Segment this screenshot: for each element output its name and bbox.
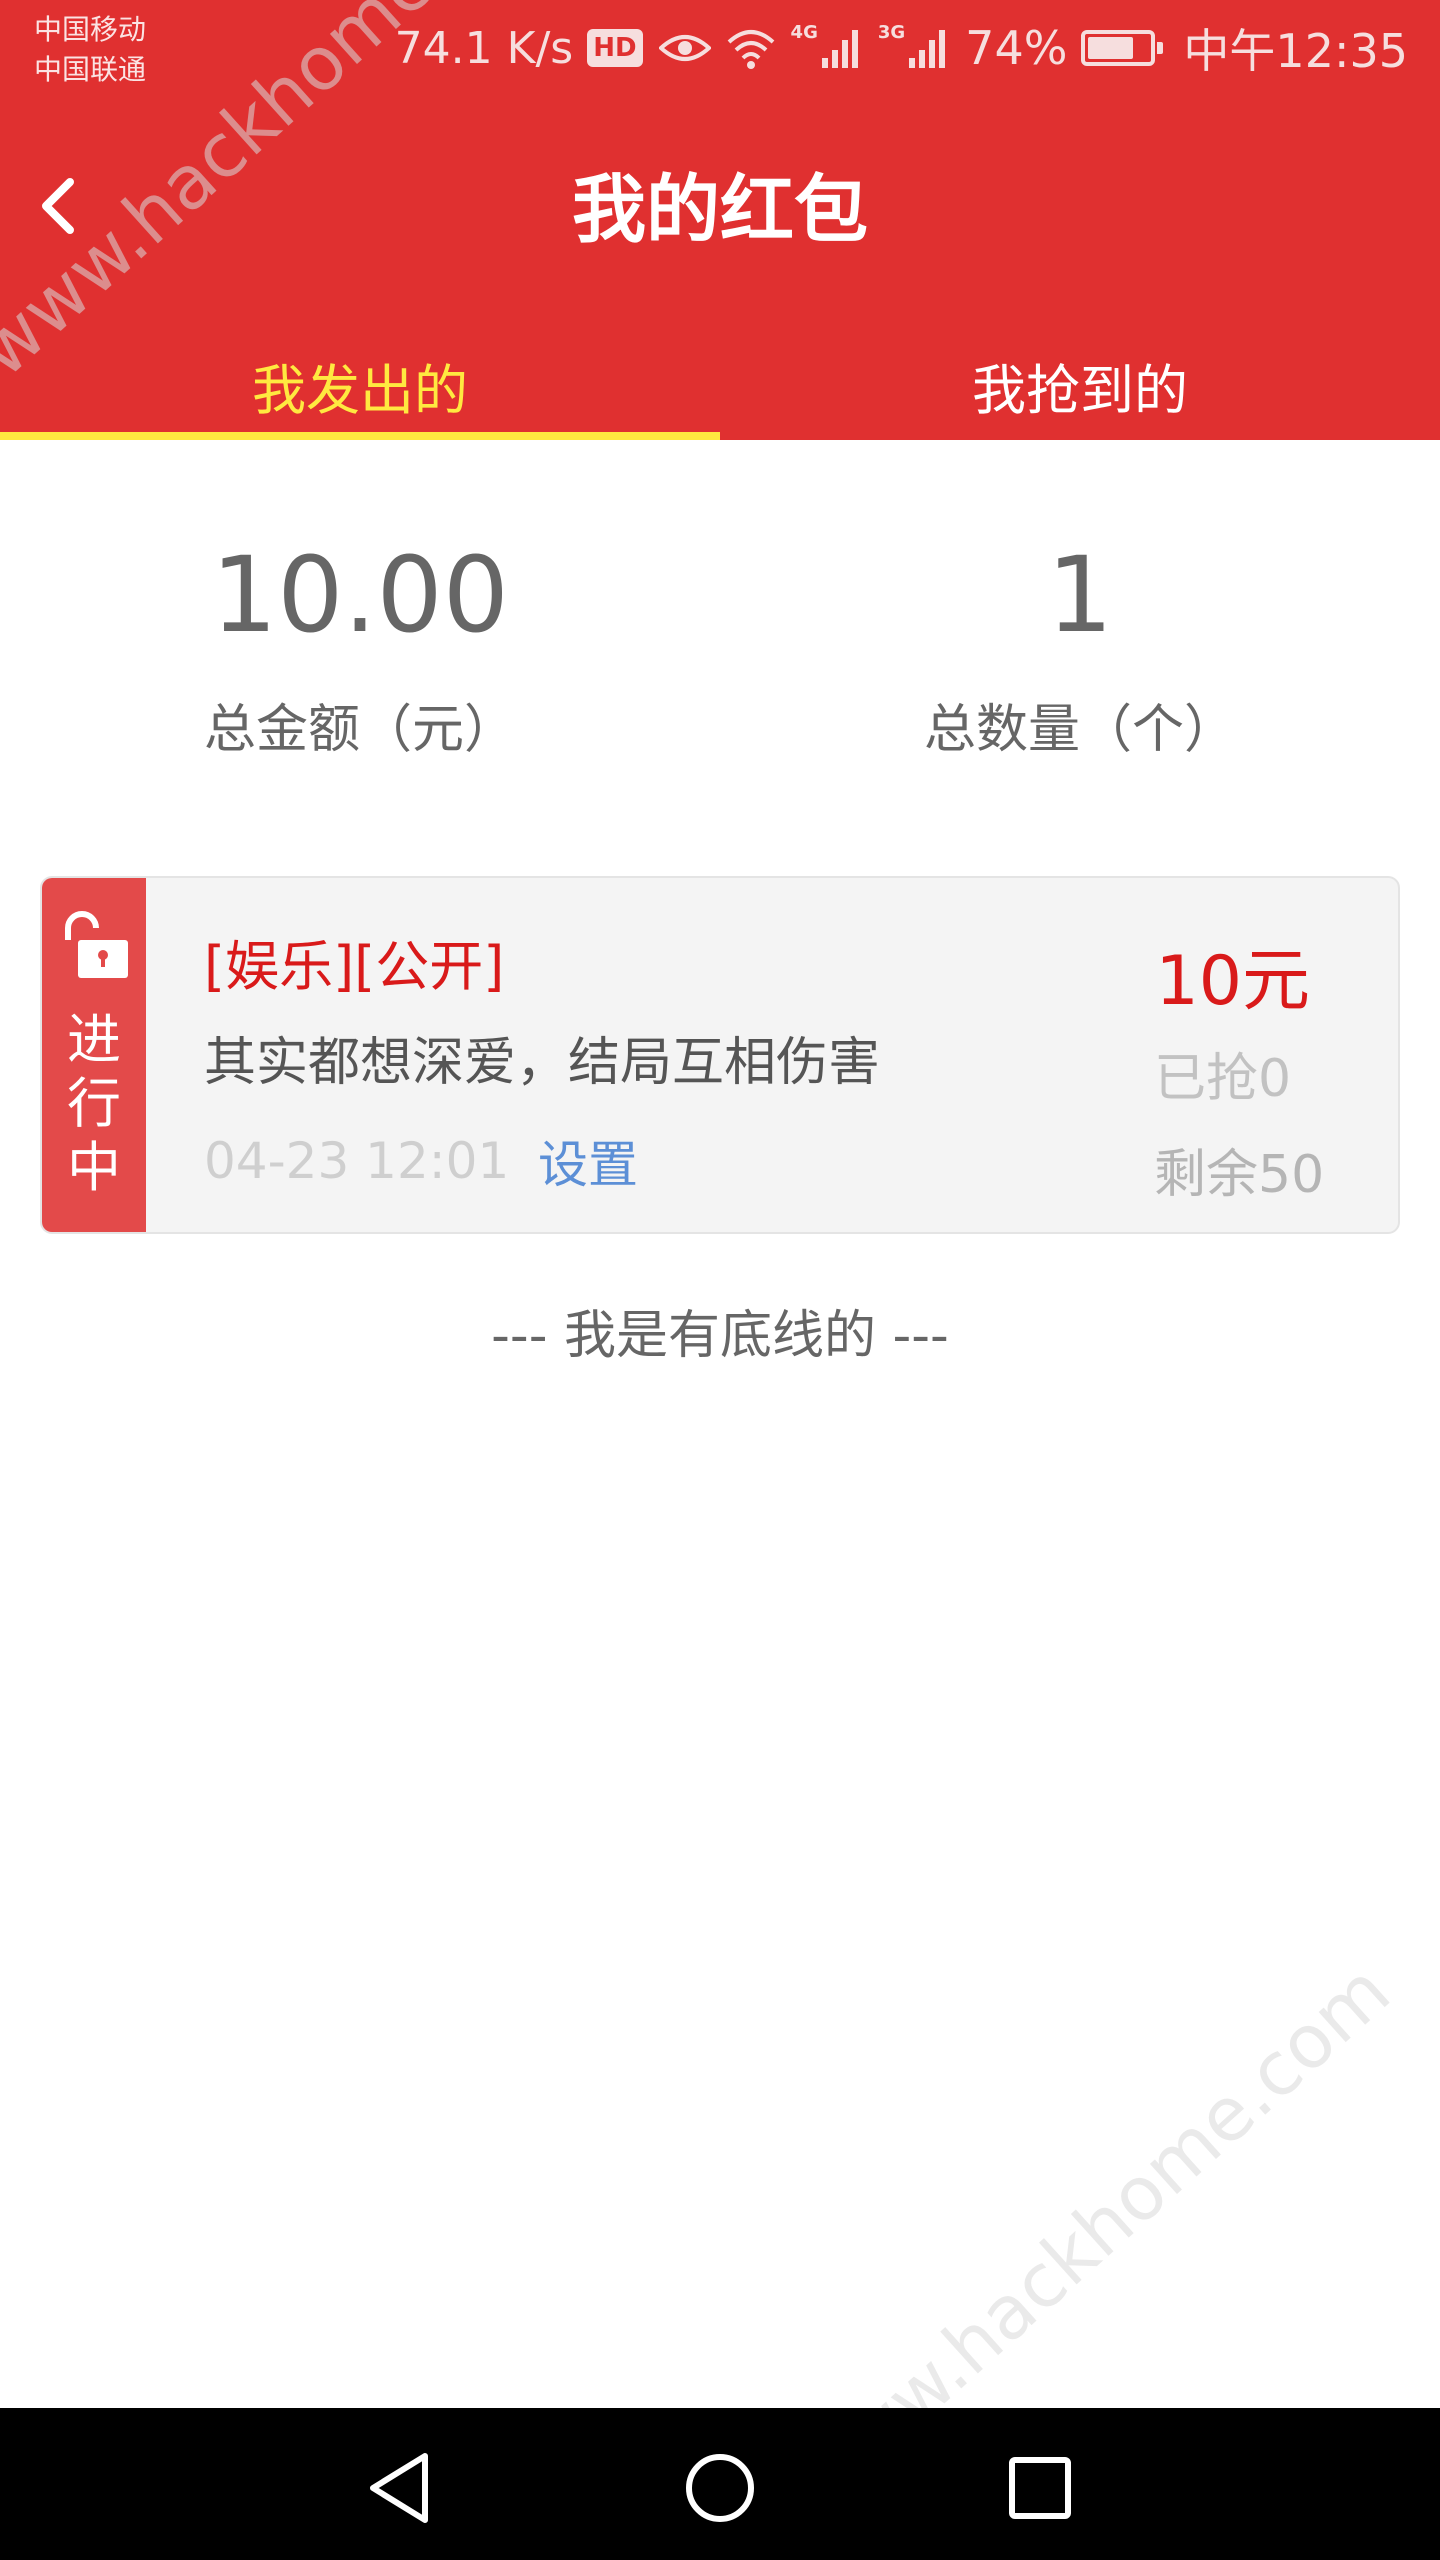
system-nav-bar: [0, 2408, 1440, 2560]
card-amount: 10元: [1155, 942, 1310, 1021]
battery-percent: 74%: [965, 21, 1068, 75]
signal-icon: [907, 26, 951, 70]
screen: 中国移动 中国联通 74.1 K/s HD 4G 3G 74% 中午12:35 …: [0, 0, 1440, 2560]
tab-received[interactable]: 我抢到的: [720, 330, 1440, 440]
card-status-strip: 进 行 中: [42, 878, 146, 1232]
carrier-2: 中国联通: [34, 53, 147, 86]
total-count-label: 总数量（个）: [923, 700, 1236, 760]
total-count-value: 1: [1046, 534, 1114, 656]
eye-icon: [658, 30, 711, 66]
wifi-icon: [725, 26, 777, 70]
card-grabbed-count: 已抢0: [1154, 1049, 1292, 1109]
battery-icon: [1081, 30, 1164, 66]
status-char: 行: [67, 1072, 121, 1135]
status-bar-right: 74.1 K/s HD 4G 3G 74% 中午12:35: [395, 16, 1408, 80]
square-recents-icon: [1009, 2457, 1071, 2519]
signal-icon: [820, 26, 864, 70]
circle-home-icon: [686, 2454, 754, 2522]
tab-sent[interactable]: 我发出的: [0, 330, 720, 440]
status-char: 进: [67, 1008, 121, 1071]
clock: 中午12:35: [1183, 24, 1408, 78]
page-title: 我的红包: [572, 167, 868, 253]
card-status: 进 行 中: [42, 1008, 146, 1200]
signal-1-label: 4G: [790, 22, 818, 43]
end-of-list-note: --- 我是有底线的 ---: [491, 1306, 949, 1366]
red-packet-card[interactable]: 进 行 中 [娱乐][公开] 其实都想深爱，结局互相伤害 04-23 12:01…: [40, 876, 1400, 1234]
carrier-1: 中国移动: [34, 13, 147, 46]
tab-bar: 我发出的 我抢到的: [0, 330, 1440, 440]
net-speed: 74.1 K/s: [394, 22, 574, 74]
total-amount-value: 10.00: [211, 534, 509, 656]
carrier-info: 中国移动 中国联通: [34, 10, 146, 90]
total-count-stat: 1 总数量（个）: [720, 520, 1440, 770]
nav-home-button[interactable]: [670, 2438, 770, 2538]
card-tags: [娱乐][公开]: [204, 935, 505, 998]
nav-back-button[interactable]: [350, 2438, 450, 2538]
card-description: 其实都想深爱，结局互相伤害: [204, 1033, 881, 1093]
signal-2-label: 3G: [877, 22, 906, 43]
total-amount-stat: 10.00 总金额（元）: [0, 520, 720, 770]
card-date: 04-23 12:01: [204, 1132, 510, 1190]
hd-icon: HD: [587, 29, 643, 67]
unlock-icon: [65, 911, 128, 978]
battery-fill: [1088, 37, 1133, 59]
nav-recents-button[interactable]: [990, 2438, 1090, 2538]
total-amount-label: 总金额（元）: [203, 700, 516, 760]
card-remaining-count: 剩余50: [1154, 1145, 1325, 1205]
triangle-back-icon: [370, 2453, 428, 2523]
app-header: 中国移动 中国联通 74.1 K/s HD 4G 3G 74% 中午12:35 …: [0, 0, 1440, 440]
settings-link[interactable]: 设置: [538, 1130, 638, 1200]
status-char: 中: [67, 1136, 121, 1199]
